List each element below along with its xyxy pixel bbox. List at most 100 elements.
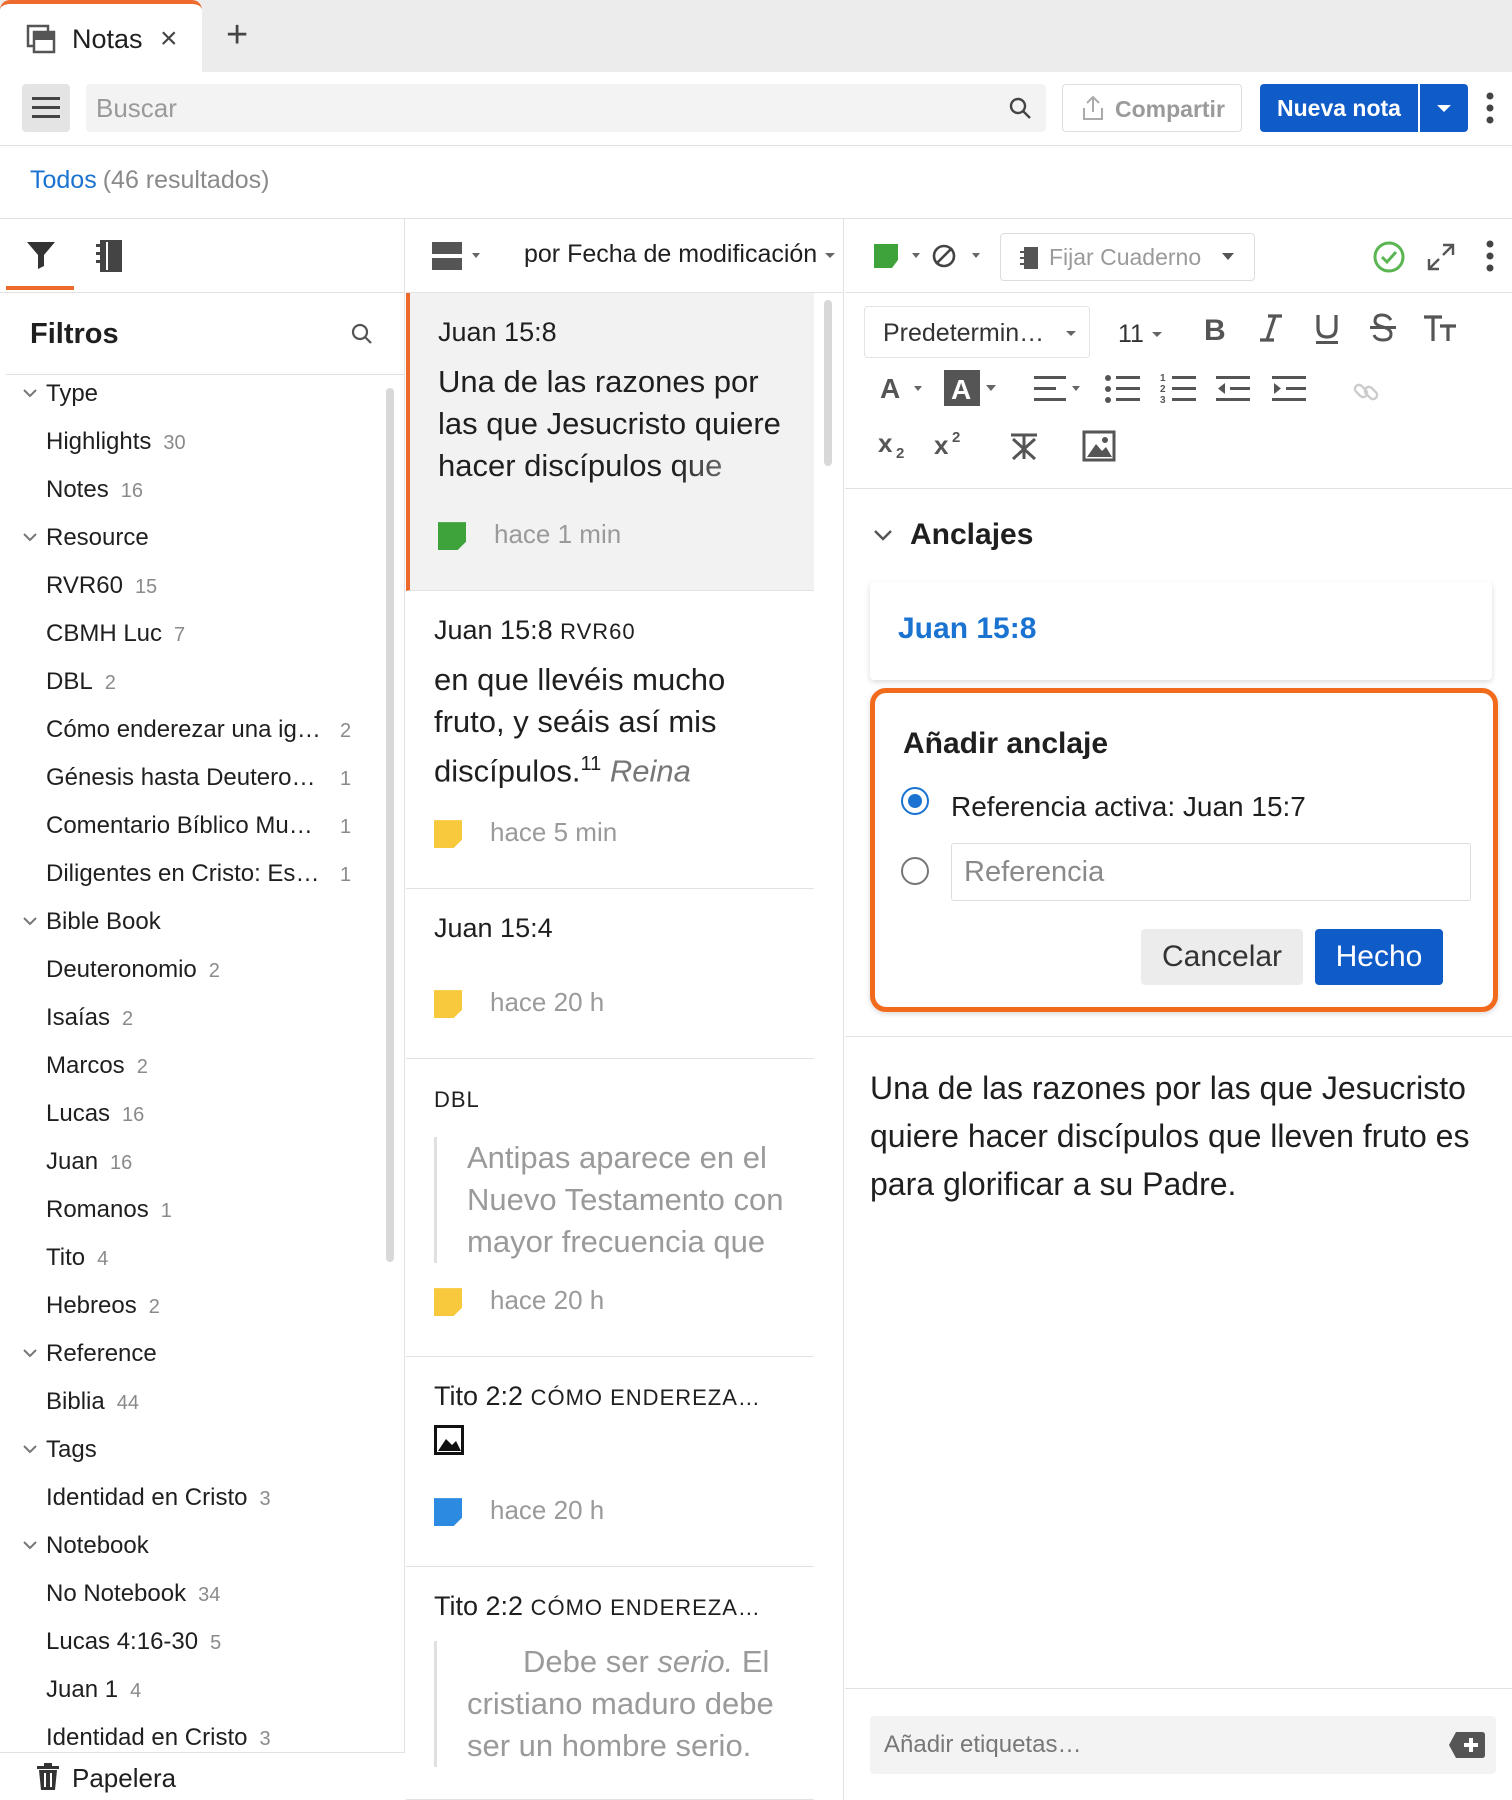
share-icon <box>1081 95 1105 121</box>
strikethrough-icon[interactable] <box>1368 312 1398 344</box>
align-icon[interactable] <box>1034 374 1084 404</box>
filter-item-text: Deuteronomio 2 <box>46 956 220 984</box>
chevron-down-icon[interactable] <box>872 528 894 544</box>
text-color-icon[interactable]: A <box>880 372 926 404</box>
results-filter-link[interactable]: Todos <box>30 166 97 194</box>
filter-item-count: 1 <box>340 816 352 838</box>
share-button[interactable]: Compartir <box>1062 84 1242 132</box>
font-family-select[interactable]: Predetermin… <box>864 306 1090 358</box>
superscript-icon[interactable]: x2 <box>934 428 968 458</box>
trash-icon <box>36 1763 60 1791</box>
note-card[interactable]: Juan 15:8 Una de las razones por las que… <box>406 293 814 591</box>
expand-icon[interactable] <box>1426 242 1456 272</box>
filter-item-text: CBMH Luc 7 <box>46 620 185 648</box>
filter-item-count: 15 <box>134 576 158 598</box>
notebook-select[interactable]: Fijar Cuaderno <box>1000 233 1255 281</box>
note-meta: hace 5 min <box>434 817 617 849</box>
trash-item[interactable]: Papelera <box>0 1752 405 1800</box>
tab-close-icon[interactable]: × <box>160 22 178 56</box>
active-reference-radio[interactable] <box>901 787 929 815</box>
note-card[interactable]: Juan 15:4 hace 20 h <box>406 889 814 1059</box>
filter-item-count: 34 <box>198 1584 221 1606</box>
filter-scrollbar[interactable] <box>386 388 394 1262</box>
search-icon[interactable] <box>1008 96 1032 120</box>
notebook-icon[interactable] <box>94 238 124 274</box>
new-note-button[interactable]: Nueva nota <box>1260 84 1418 132</box>
note-time: hace 20 h <box>490 987 605 1017</box>
filter-group-label: Reference <box>46 1340 157 1367</box>
note-title: DBL <box>434 1083 480 1114</box>
filter-item-count: 2 <box>208 960 220 982</box>
filter-item-count: 5 <box>210 1632 222 1654</box>
view-mode-icon[interactable] <box>432 242 484 272</box>
search-input[interactable] <box>96 92 976 124</box>
clear-format-icon[interactable] <box>1008 432 1040 462</box>
more-options-icon[interactable] <box>1484 90 1496 126</box>
note-card[interactable]: Tito 2:2 CÓMO ENDEREZA… hace 20 h <box>406 1357 814 1567</box>
editor-more-icon[interactable] <box>1484 238 1496 274</box>
menu-button[interactable] <box>22 84 70 132</box>
highlight-color-icon[interactable]: A <box>944 370 1000 406</box>
filters-title: Filtros <box>30 318 119 350</box>
filter-item-text: Highlights 30 <box>46 428 186 456</box>
note-title: Tito 2:2 CÓMO ENDEREZA… <box>434 1381 761 1412</box>
svg-text:2: 2 <box>1160 384 1166 395</box>
anchor-link[interactable]: Juan 15:8 <box>898 612 1036 646</box>
divider <box>845 488 1512 489</box>
filter-item-count: 3 <box>259 1488 271 1510</box>
bullet-list-icon[interactable] <box>1104 374 1140 404</box>
done-button[interactable]: Hecho <box>1315 929 1443 985</box>
note-card[interactable]: DBL Antipas aparece en el Nuevo Testament… <box>406 1059 814 1357</box>
new-note-dropdown[interactable] <box>1420 84 1468 132</box>
filter-item-label: Highlights <box>46 428 152 455</box>
chevron-down-icon <box>22 916 38 928</box>
indent-icon[interactable] <box>1272 374 1308 404</box>
note-quote: Debe ser serio. El cristiano maduro debe… <box>434 1641 794 1767</box>
image-icon <box>434 1425 464 1455</box>
reference-input[interactable] <box>951 843 1471 901</box>
filter-item-count: 1 <box>340 768 352 790</box>
add-tab-icon[interactable]: + <box>226 14 248 57</box>
outdent-icon[interactable] <box>1216 374 1252 404</box>
note-card[interactable]: Tito 2:2 CÓMO ENDEREZA… Debe ser serio. E… <box>406 1567 814 1800</box>
trash-label: Papelera <box>72 1763 177 1793</box>
note-card[interactable]: Juan 15:8 RVR60 en que llevéis mucho frut… <box>406 591 814 889</box>
text-case-icon[interactable] <box>1422 312 1460 344</box>
sort-dropdown[interactable]: por Fecha de modificación <box>524 240 836 269</box>
filter-icon[interactable] <box>24 238 58 272</box>
tags-input[interactable] <box>884 1728 1424 1762</box>
insert-image-icon[interactable] <box>1082 430 1116 462</box>
custom-reference-radio[interactable] <box>901 857 929 885</box>
subscript-icon[interactable]: x2 <box>878 430 912 460</box>
bold-icon[interactable]: B <box>1200 312 1230 344</box>
svg-text:2: 2 <box>952 429 960 446</box>
note-reference: Tito 2:2 <box>434 1591 524 1621</box>
tab-notes[interactable]: Notas × <box>0 0 202 72</box>
filter-item-label: CBMH Luc <box>46 620 163 647</box>
note-body-text[interactable]: Una de las razones por las que Jesucrist… <box>870 1064 1490 1208</box>
cancel-button[interactable]: Cancelar <box>1141 929 1303 985</box>
note-color-swatch <box>438 522 466 551</box>
filter-item-count: 2 <box>104 672 116 694</box>
add-tag-icon[interactable] <box>1448 1730 1486 1760</box>
list-scrollbar[interactable] <box>824 300 832 466</box>
filter-item-label: Identidad en Cristo <box>46 1724 248 1751</box>
filters-search-icon[interactable] <box>350 322 374 346</box>
filter-group-label: Resource <box>46 524 149 551</box>
font-size-label: 11 <box>1118 320 1144 348</box>
italic-icon[interactable] <box>1256 312 1286 344</box>
font-size-select[interactable]: 11 <box>1118 320 1163 349</box>
filter-group-label: Tags <box>46 1436 97 1463</box>
divider <box>6 374 405 375</box>
note-time: hace 20 h <box>490 1285 605 1315</box>
filter-item-label: No Notebook <box>46 1580 187 1607</box>
tab-title: Notas <box>72 24 143 54</box>
note-color-icon[interactable] <box>874 242 926 270</box>
no-style-icon[interactable] <box>930 242 986 270</box>
filter-item-label: Marcos <box>46 1052 125 1079</box>
filter-item-text: Juan 1 4 <box>46 1676 141 1704</box>
numbered-list-icon[interactable]: 123 <box>1160 372 1196 404</box>
caret-down-icon <box>1065 329 1077 339</box>
filter-item-text: Romanos 1 <box>46 1196 172 1224</box>
underline-icon[interactable] <box>1312 312 1342 346</box>
